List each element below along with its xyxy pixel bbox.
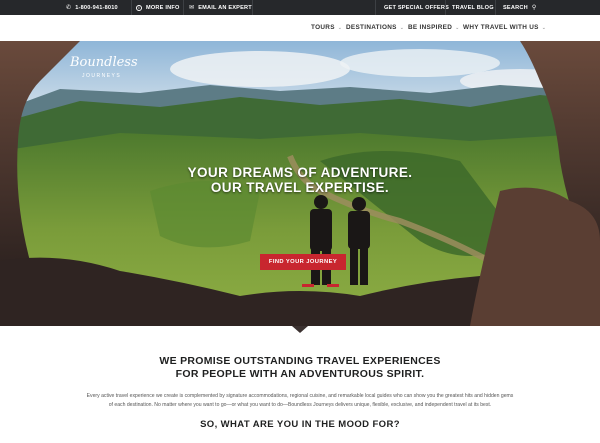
chevron-down-icon: ⌄: [541, 24, 547, 31]
search-button[interactable]: SEARCH ⚲: [503, 0, 536, 15]
nav-item-be-inspired[interactable]: BE INSPIRED ⌄: [408, 24, 460, 31]
nav-label: DESTINATIONS: [346, 24, 397, 31]
nav-item-destinations[interactable]: DESTINATIONS ⌄: [346, 24, 404, 31]
email-expert-link[interactable]: ✉ EMAIL AN EXPERT: [189, 0, 252, 15]
logo-subtitle: JOURNEYS: [82, 73, 122, 79]
logo-script: Boundless: [70, 55, 138, 70]
promise-line1: WE PROMISE OUTSTANDING TRAVEL EXPERIENCE…: [159, 355, 441, 367]
travel-blog-label: TRAVEL BLOG: [452, 4, 494, 11]
more-info-link[interactable]: i MORE INFO: [136, 0, 180, 15]
nav-label: WHY TRAVEL WITH US: [463, 24, 539, 31]
find-your-journey-button[interactable]: FIND YOUR JOURNEY: [260, 254, 346, 270]
phone-icon: ✆: [66, 5, 72, 11]
promise-line2: FOR PEOPLE WITH AN ADVENTUROUS SPIRIT.: [175, 367, 425, 380]
phone-link[interactable]: ✆ 1-800-941-8010: [66, 0, 118, 15]
hero-headline-line1: YOUR DREAMS OF ADVENTURE.: [187, 165, 413, 180]
promise-heading: WE PROMISE OUTSTANDING TRAVEL EXPERIENCE…: [0, 355, 600, 380]
more-info-label: MORE INFO: [146, 4, 180, 11]
nav-label: TOURS: [311, 24, 335, 31]
chevron-down-icon: ⌄: [399, 24, 405, 31]
divider: [495, 0, 496, 15]
email-icon: ✉: [189, 5, 195, 11]
email-expert-label: EMAIL AN EXPERT: [198, 4, 252, 11]
utility-bar: ✆ 1-800-941-8010 i MORE INFO ✉ EMAIL AN …: [0, 0, 600, 15]
search-icon: ⚲: [531, 5, 537, 11]
divider: [445, 0, 446, 15]
hero-banner: Boundless JOURNEYS YOUR DREAMS OF ADVENT…: [0, 41, 600, 326]
intro-line1: Every active travel experience we create…: [86, 393, 514, 399]
boundless-journeys-logo[interactable]: Boundless JOURNEYS: [66, 47, 138, 87]
hero-headline-line2: OUR TRAVEL EXPERTISE.: [210, 180, 390, 195]
main-nav: TOURS ⌄ DESTINATIONS ⌄ BE INSPIRED ⌄ WHY…: [0, 15, 600, 41]
chevron-down-icon: ⌄: [455, 24, 460, 31]
special-offers-link[interactable]: GET SPECIAL OFFERS: [384, 0, 449, 15]
travel-blog-link[interactable]: TRAVEL BLOG: [452, 0, 494, 15]
nav-item-tours[interactable]: TOURS ⌄: [311, 24, 342, 31]
info-icon: i: [136, 4, 142, 11]
divider: [375, 0, 376, 15]
intro-line2: of each destination. No matter where you…: [108, 401, 492, 408]
special-offers-label: GET SPECIAL OFFERS: [384, 4, 450, 11]
search-label: SEARCH: [503, 4, 528, 11]
divider: [252, 0, 253, 15]
phone-number: 1-800-941-8010: [75, 4, 118, 11]
intro-paragraph: Every active travel experience we create…: [60, 392, 540, 409]
mood-heading: SO, WHAT ARE YOU IN THE MOOD FOR?: [200, 419, 400, 430]
nav-item-why-travel[interactable]: WHY TRAVEL WITH US ⌄: [463, 24, 546, 31]
divider: [183, 0, 184, 15]
chevron-down-icon: ⌄: [337, 24, 343, 31]
nav-label: BE INSPIRED: [408, 24, 453, 31]
divider: [131, 0, 132, 15]
section-arrow: [292, 326, 308, 333]
